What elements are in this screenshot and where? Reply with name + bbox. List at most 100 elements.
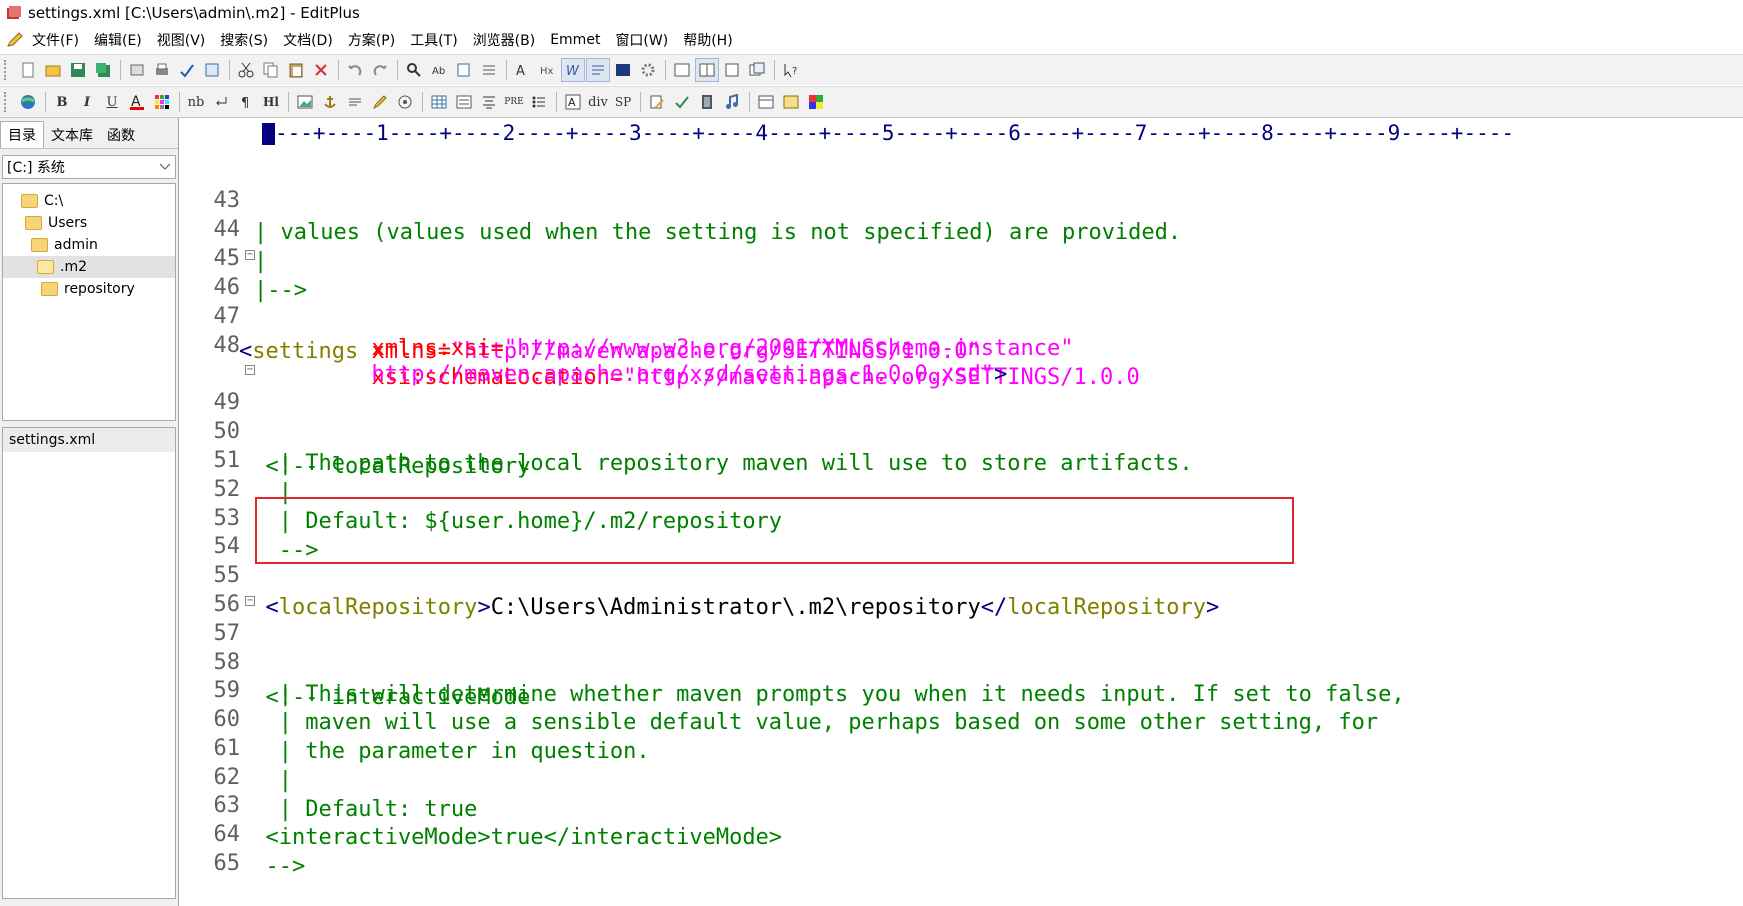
- code-line: 65: [182, 816, 1743, 876]
- font-color-icon[interactable]: A: [125, 90, 149, 114]
- find-icon[interactable]: [402, 58, 426, 82]
- redo-icon[interactable]: [368, 58, 392, 82]
- paragraph-icon[interactable]: ¶: [234, 90, 258, 114]
- bold-button[interactable]: B: [50, 90, 74, 114]
- div-button[interactable]: div: [586, 90, 610, 114]
- anchor-icon[interactable]: [318, 90, 342, 114]
- replace-icon[interactable]: Ab: [427, 58, 451, 82]
- spellcheck-icon[interactable]: [175, 58, 199, 82]
- menu-edit[interactable]: 编辑(E): [94, 30, 142, 50]
- save-all-icon[interactable]: [91, 58, 115, 82]
- nbsp-button[interactable]: nb: [184, 90, 208, 114]
- check-edit-icon[interactable]: [670, 90, 694, 114]
- preformatted-button[interactable]: PRE: [502, 90, 526, 114]
- settings-gear-icon[interactable]: [636, 58, 660, 82]
- align-center-icon[interactable]: [477, 90, 501, 114]
- menu-window[interactable]: 窗口(W): [615, 30, 668, 50]
- edit-pencil-icon[interactable]: [368, 90, 392, 114]
- print-preview-icon[interactable]: [125, 58, 149, 82]
- code-line: 46 − <settings xmlns="http://maven.apach…: [182, 240, 1743, 365]
- goto-line-icon[interactable]: [477, 58, 501, 82]
- ruler-toggle-icon[interactable]: [586, 58, 610, 82]
- script-edit-icon[interactable]: [645, 90, 669, 114]
- toolbar-separator: [556, 92, 557, 112]
- open-folder-icon[interactable]: [41, 58, 65, 82]
- font-icon[interactable]: A: [511, 58, 535, 82]
- cut-icon[interactable]: [234, 58, 258, 82]
- file-item-settings-xml[interactable]: settings.xml: [3, 428, 175, 452]
- abc-icon[interactable]: [611, 58, 635, 82]
- menu-file[interactable]: 文件(F): [32, 30, 79, 50]
- delete-icon[interactable]: [309, 58, 333, 82]
- menu-emmet[interactable]: Emmet: [550, 32, 600, 48]
- browser-preview-icon[interactable]: [200, 58, 224, 82]
- layer-icon[interactable]: [779, 90, 803, 114]
- cliptext-icon[interactable]: [720, 58, 744, 82]
- frame-icon[interactable]: [754, 90, 778, 114]
- menu-document[interactable]: 文档(D): [283, 30, 333, 50]
- line-number: 65: [213, 851, 241, 876]
- toolbar-grip[interactable]: [4, 60, 10, 80]
- tab-functions[interactable]: 函数: [100, 122, 142, 148]
- fold-toggle-icon[interactable]: −: [245, 365, 255, 375]
- film-icon[interactable]: [695, 90, 719, 114]
- window-title: settings.xml [C:\Users\admin\.m2] - Edit…: [28, 4, 360, 22]
- color-palette-icon[interactable]: [150, 90, 174, 114]
- svg-text:W: W: [566, 64, 580, 78]
- paste-icon[interactable]: [284, 58, 308, 82]
- code-line: 43 | values (values used when the settin…: [182, 153, 1743, 245]
- span-button[interactable]: SP: [611, 90, 635, 114]
- tree-item-users[interactable]: Users: [3, 212, 175, 234]
- music-note-icon[interactable]: [720, 90, 744, 114]
- image-icon[interactable]: [293, 90, 317, 114]
- tree-item-m2[interactable]: .m2: [3, 256, 175, 278]
- menu-search[interactable]: 搜索(S): [220, 30, 268, 50]
- tree-item-c-drive[interactable]: C:\: [3, 190, 175, 212]
- toolbar-separator: [338, 60, 339, 80]
- context-help-icon[interactable]: ?: [779, 58, 803, 82]
- split-window-icon[interactable]: [695, 58, 719, 82]
- color-picker-icon[interactable]: [804, 90, 828, 114]
- menu-help[interactable]: 帮助(H): [683, 30, 732, 50]
- globe-icon[interactable]: [16, 90, 40, 114]
- italic-button[interactable]: I: [75, 90, 99, 114]
- code-line: 44 |: [182, 182, 1743, 274]
- line-break-icon[interactable]: [209, 90, 233, 114]
- tree-item-repository[interactable]: repository: [3, 278, 175, 300]
- target-icon[interactable]: [393, 90, 417, 114]
- tab-directory[interactable]: 目录: [0, 121, 44, 148]
- span-icon[interactable]: A: [561, 90, 585, 114]
- fold-toggle-icon[interactable]: −: [245, 596, 255, 606]
- toolbar-separator: [179, 92, 180, 112]
- code-line: 61 |: [182, 701, 1743, 793]
- drive-select[interactable]: [C:] 系统: [2, 155, 176, 179]
- form-icon[interactable]: [452, 90, 476, 114]
- menu-tools[interactable]: 工具(T): [410, 30, 457, 50]
- toolbar-grip[interactable]: [4, 92, 10, 112]
- tile-window-icon[interactable]: [745, 58, 769, 82]
- save-icon[interactable]: [66, 58, 90, 82]
- menu-browser[interactable]: 浏览器(B): [473, 30, 536, 50]
- find-in-files-icon[interactable]: [452, 58, 476, 82]
- heading-icon[interactable]: Hx: [536, 58, 560, 82]
- menu-view[interactable]: 视图(V): [157, 30, 206, 50]
- fold-toggle-icon[interactable]: −: [245, 250, 255, 260]
- print-icon[interactable]: [150, 58, 174, 82]
- table-icon[interactable]: [427, 90, 451, 114]
- tab-cliptext[interactable]: 文本库: [44, 122, 100, 148]
- copy-icon[interactable]: [259, 58, 283, 82]
- bullet-list-icon[interactable]: [527, 90, 551, 114]
- underline-button[interactable]: U: [100, 90, 124, 114]
- title-bar: settings.xml [C:\Users\admin\.m2] - Edit…: [0, 0, 1743, 26]
- new-file-icon[interactable]: [16, 58, 40, 82]
- undo-icon[interactable]: [343, 58, 367, 82]
- word-wrap-icon[interactable]: W: [561, 58, 585, 82]
- tree-item-admin[interactable]: admin: [3, 234, 175, 256]
- menu-project[interactable]: 方案(P): [348, 30, 395, 50]
- code-line: 52 | Default: ${user.home}/.m2/repositor…: [182, 442, 1743, 534]
- tree-item-label: admin: [54, 237, 98, 253]
- folder-icon: [41, 282, 58, 296]
- line-number-icon[interactable]: [670, 58, 694, 82]
- list-text-icon[interactable]: [343, 90, 367, 114]
- horizontal-rule-button[interactable]: Hl: [259, 90, 283, 114]
